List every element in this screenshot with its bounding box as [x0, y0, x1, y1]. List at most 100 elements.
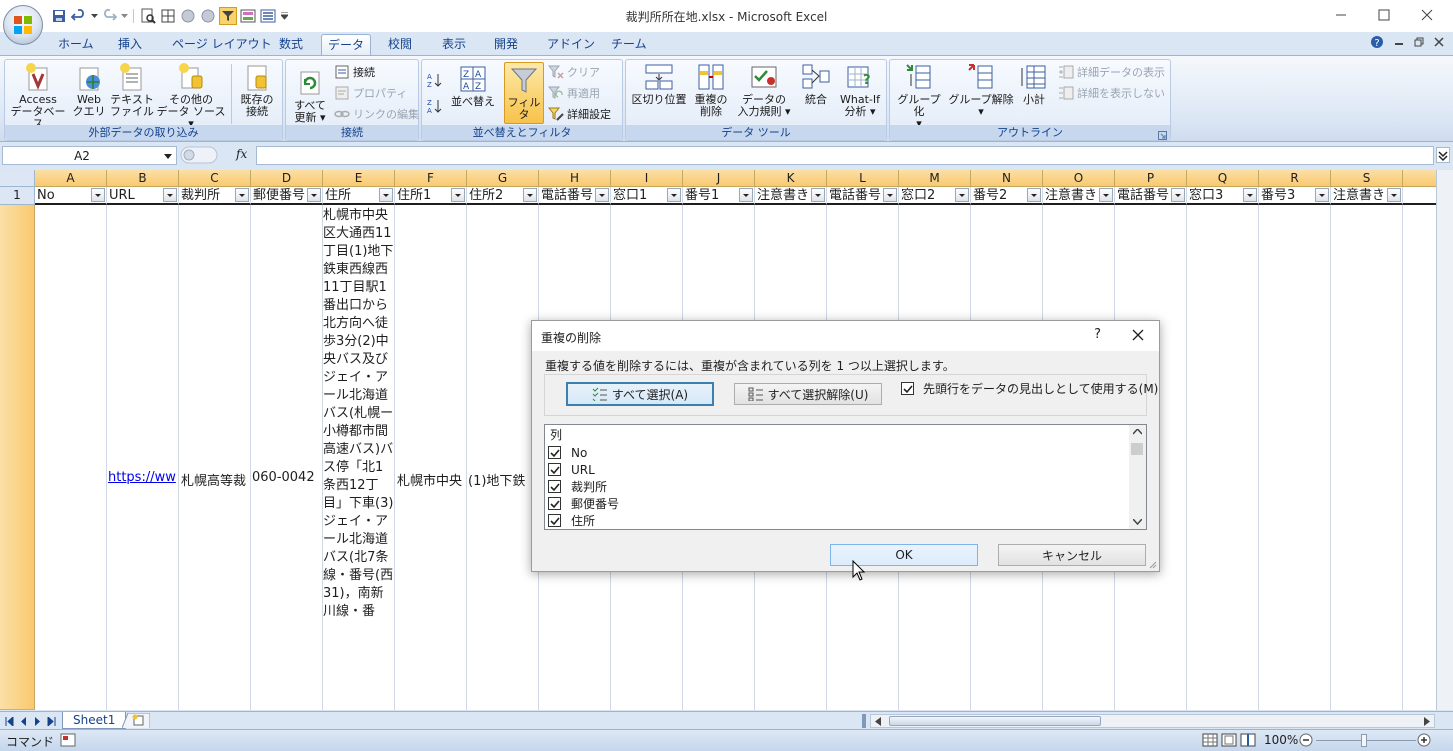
has-headers-checkbox[interactable] [901, 382, 914, 395]
close-icon[interactable] [1131, 328, 1145, 342]
page-break-preview-icon[interactable] [1240, 733, 1256, 750]
normal-view-icon[interactable] [1202, 733, 1218, 750]
zoom-in-icon[interactable] [1417, 733, 1431, 750]
column-header-e[interactable]: E [323, 170, 395, 187]
filter-dropdown-icon[interactable] [595, 188, 609, 202]
column-header-f[interactable]: F [395, 170, 467, 187]
close-button[interactable] [1404, 0, 1450, 30]
tab-formulas[interactable]: 数式 [279, 34, 303, 56]
dialog-launcher-icon[interactable] [1158, 129, 1167, 140]
list-item[interactable]: 郵便番号 [548, 495, 619, 512]
column-checkbox[interactable] [548, 446, 561, 459]
column-header-b[interactable]: B [107, 170, 179, 187]
tab-developer[interactable]: 開発 [494, 34, 518, 56]
chevron-down-icon[interactable] [162, 150, 174, 162]
list-item[interactable]: 住所 [548, 512, 595, 529]
other-sources-button[interactable]: その他の データ ソース ▾ [155, 62, 227, 130]
tab-view[interactable]: 表示 [442, 34, 466, 56]
filter-dropdown-icon[interactable] [1387, 188, 1401, 202]
tab-split-handle[interactable] [862, 714, 866, 728]
zoom-out-icon[interactable] [1299, 733, 1313, 750]
filter-dropdown-icon[interactable] [667, 188, 681, 202]
insert-function-button[interactable]: fx [236, 147, 247, 161]
consolidate-button[interactable]: 統合 [798, 62, 834, 106]
sort-ascending-button[interactable]: AZ [426, 70, 442, 90]
filter-dropdown-icon[interactable] [235, 188, 249, 202]
remove-duplicates-button[interactable]: 重複の 削除 [692, 62, 730, 118]
list-item[interactable]: 裁判所 [548, 478, 607, 495]
filter-dropdown-icon[interactable] [1171, 188, 1185, 202]
existing-connections-button[interactable]: 既存の 接続 [233, 62, 281, 118]
what-if-analysis-button[interactable]: ? What-If 分析 ▾ [834, 62, 886, 118]
header-cell-number1[interactable]: 番号1 [683, 187, 755, 205]
tab-team[interactable]: チーム [611, 34, 647, 56]
select-all-corner[interactable] [0, 170, 35, 187]
column-header-k[interactable]: K [755, 170, 827, 187]
last-sheet-icon[interactable] [46, 714, 57, 728]
office-button[interactable] [3, 5, 43, 45]
columns-listbox[interactable]: 列 No URL 裁判所 郵便番号 住所 [544, 424, 1147, 530]
subtotal-button[interactable]: 小計 [1016, 62, 1052, 106]
ungroup-button[interactable]: グループ解除 ▾ [948, 62, 1014, 118]
header-cell-window2[interactable]: 窓口2 [899, 187, 971, 205]
filter-dropdown-icon[interactable] [955, 188, 969, 202]
column-checkbox[interactable] [548, 514, 561, 527]
tab-addins[interactable]: アドイン [547, 34, 595, 56]
refresh-all-button[interactable]: すべて 更新 ▾ [288, 68, 332, 124]
insert-sheet-icon[interactable] [121, 712, 151, 729]
web-query-button[interactable]: Web クエリ [69, 62, 109, 118]
filter-dropdown-icon[interactable] [307, 188, 321, 202]
column-checkbox[interactable] [548, 480, 561, 493]
row-header-1[interactable]: 1 [0, 187, 35, 205]
filter-dropdown-icon[interactable] [739, 188, 753, 202]
filter-dropdown-icon[interactable] [1315, 188, 1329, 202]
maximize-button[interactable] [1361, 0, 1407, 30]
dialog-help-button[interactable]: ? [1094, 327, 1101, 342]
column-header-i[interactable]: I [611, 170, 683, 187]
select-all-button[interactable]: すべて選択(A) [566, 382, 714, 406]
column-header-l[interactable]: L [827, 170, 899, 187]
connections-button[interactable]: 接続 [334, 62, 375, 82]
column-header-h[interactable]: H [539, 170, 611, 187]
header-cell-note2[interactable]: 注意書き [1043, 187, 1115, 205]
prev-sheet-icon[interactable] [18, 714, 29, 728]
ribbon-minimize-icon[interactable] [1390, 34, 1408, 50]
filter-dropdown-icon[interactable] [1027, 188, 1041, 202]
column-header-j[interactable]: J [683, 170, 755, 187]
filter-button[interactable]: フィルタ [504, 62, 544, 124]
header-cell-note1[interactable]: 注意書き [755, 187, 827, 205]
filter-dropdown-icon[interactable] [1243, 188, 1257, 202]
header-cell-court[interactable]: 裁判所 [179, 187, 251, 205]
sort-descending-button[interactable]: ZA [426, 96, 442, 116]
tab-review[interactable]: 校閲 [388, 34, 412, 56]
list-item[interactable]: URL [548, 461, 595, 478]
name-box[interactable]: A2 [2, 146, 177, 165]
column-header-m[interactable]: M [899, 170, 971, 187]
filter-dropdown-icon[interactable] [1099, 188, 1113, 202]
properties-button[interactable]: プロパティ [334, 83, 407, 103]
header-cell-window3[interactable]: 窓口3 [1187, 187, 1259, 205]
cell-g2-address2[interactable]: (1)地下鉄 [468, 470, 538, 489]
header-cell-no[interactable]: No [35, 187, 107, 205]
hide-detail-button[interactable]: 詳細を表示しない [1058, 83, 1165, 103]
filter-dropdown-icon[interactable] [883, 188, 897, 202]
column-header-s[interactable]: S [1331, 170, 1403, 187]
filter-dropdown-icon[interactable] [379, 188, 393, 202]
cell-b2-url[interactable]: https://ww [108, 470, 178, 485]
has-headers-option[interactable]: 先頭行をデータの見出しとして使用する(M) [901, 380, 1158, 397]
page-layout-view-icon[interactable] [1221, 733, 1237, 750]
header-cell-number3[interactable]: 番号3 [1259, 187, 1331, 205]
formula-expand-button[interactable] [1436, 147, 1450, 163]
text-file-button[interactable]: テキスト ファイル [109, 62, 155, 118]
show-detail-button[interactable]: 詳細データの表示 [1058, 62, 1165, 82]
formula-input[interactable] [256, 146, 1434, 165]
unselect-all-button[interactable]: すべて選択解除(U) [734, 383, 882, 405]
column-checkbox[interactable] [548, 463, 561, 476]
header-cell-phone2[interactable]: 電話番号 [827, 187, 899, 205]
column-header-d[interactable]: D [251, 170, 323, 187]
minimize-button[interactable] [1318, 0, 1364, 30]
scroll-right-icon[interactable] [1423, 717, 1431, 726]
filter-dropdown-icon[interactable] [523, 188, 537, 202]
column-header-n[interactable]: N [971, 170, 1043, 187]
zoom-slider-thumb[interactable] [1361, 734, 1367, 747]
